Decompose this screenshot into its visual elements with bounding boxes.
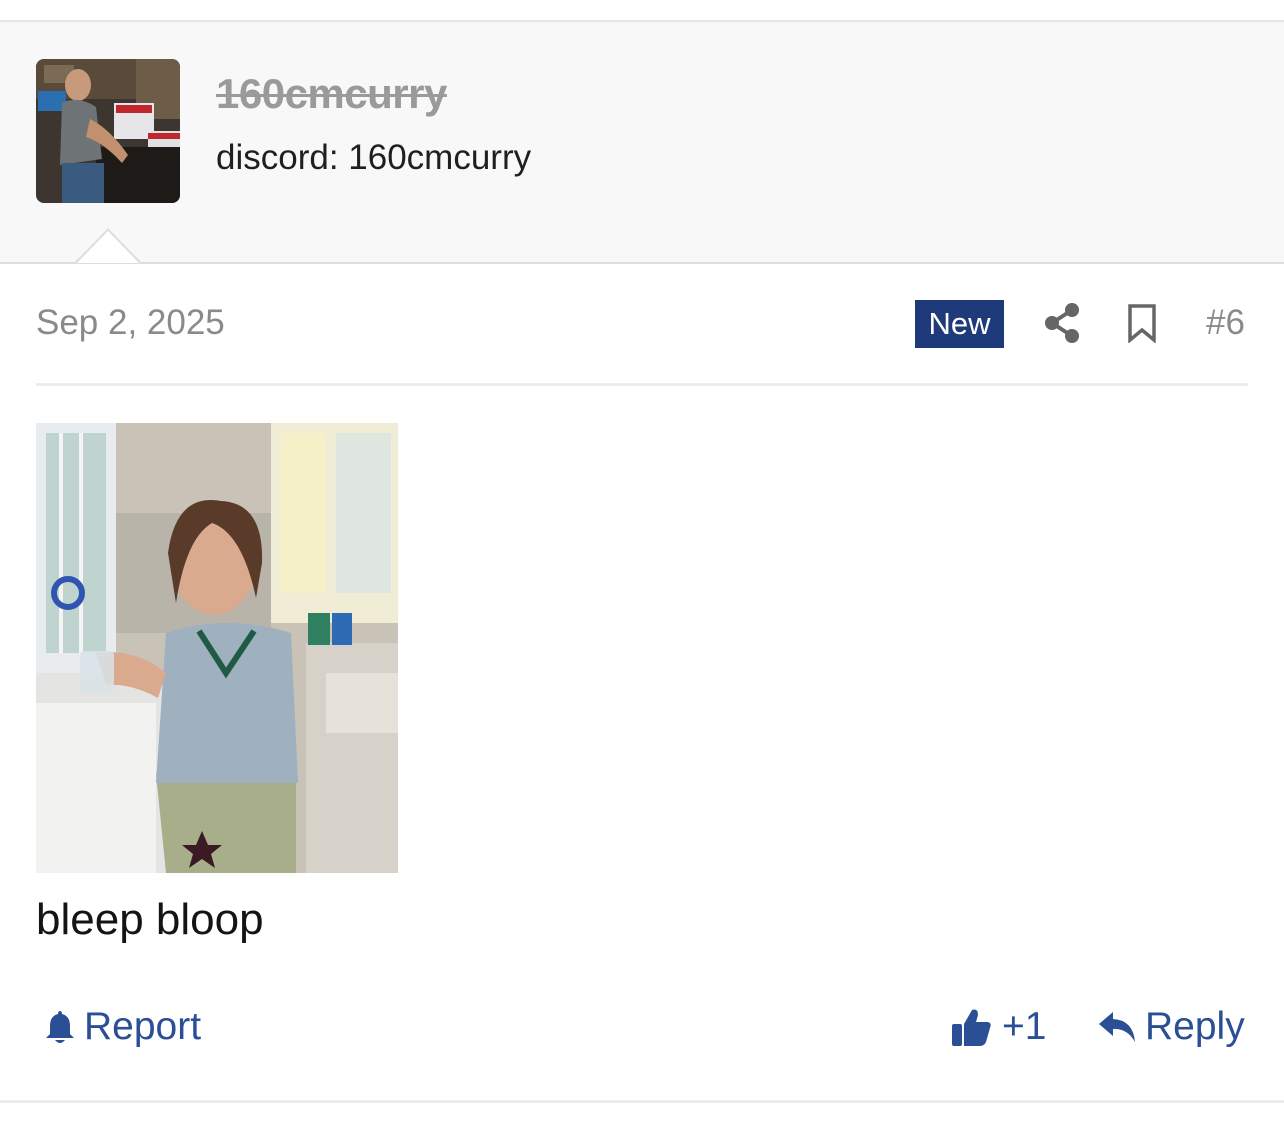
username[interactable]: 160cmcurry <box>216 70 447 118</box>
post-user-header: 160cmcurry discord: 160cmcurry <box>0 22 1284 264</box>
new-badge: New <box>915 300 1004 348</box>
post-date[interactable]: Sep 2, 2025 <box>36 303 225 343</box>
header-pointer-fill <box>77 231 139 263</box>
avatar[interactable] <box>36 59 180 203</box>
attachment-image[interactable] <box>36 423 398 873</box>
post-body-text: bleep bloop <box>36 895 264 944</box>
share-icon[interactable] <box>1042 302 1082 344</box>
reply-button[interactable]: Reply <box>1097 1005 1245 1049</box>
bookmark-icon[interactable] <box>1126 303 1158 344</box>
report-label: Report <box>84 1005 202 1048</box>
like-button[interactable]: +1 <box>950 1005 1046 1049</box>
thumbs-up-icon <box>952 1009 991 1046</box>
reply-arrow-icon <box>1099 1012 1135 1042</box>
bell-icon <box>46 1011 74 1043</box>
report-button[interactable]: Report <box>44 1005 201 1049</box>
like-count: +1 <box>1002 1005 1047 1048</box>
post-number-link[interactable]: #6 <box>1206 303 1245 343</box>
bottom-divider <box>0 1100 1284 1103</box>
reply-label: Reply <box>1145 1005 1245 1048</box>
user-title: discord: 160cmcurry <box>216 138 532 177</box>
meta-divider <box>36 383 1248 386</box>
